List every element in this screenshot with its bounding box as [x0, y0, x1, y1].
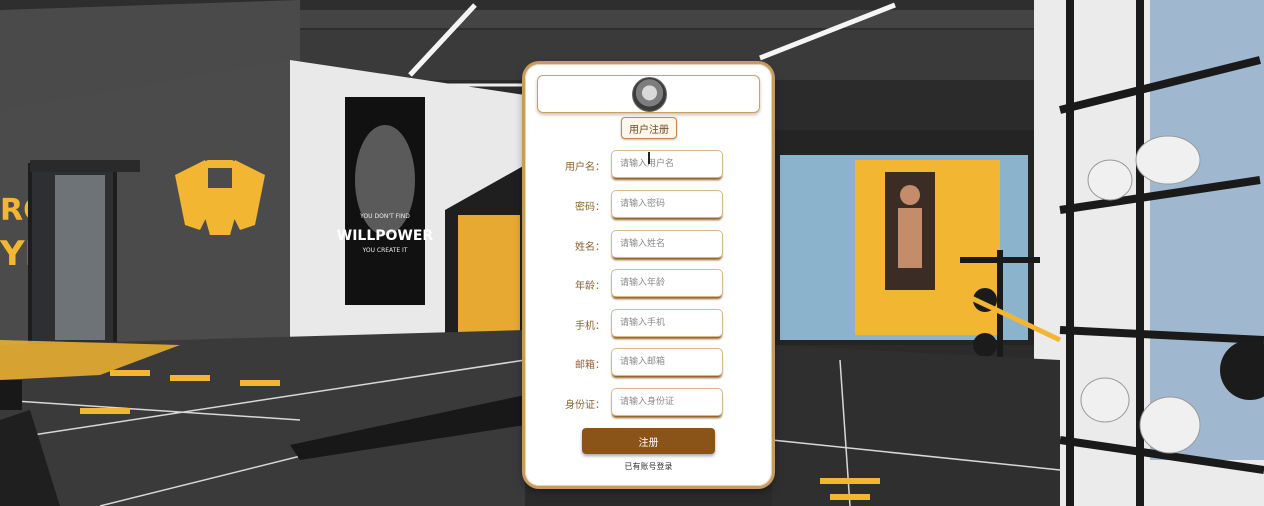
id-card-input[interactable] [611, 388, 723, 416]
name-label: 姓名： [575, 242, 605, 253]
username-label: 用户名： [565, 162, 605, 173]
age-label: 年龄： [575, 281, 605, 292]
id-card-label: 身份证： [565, 400, 605, 411]
avatar-logo [632, 77, 667, 112]
poster-text-2: WILLPOWER [337, 228, 434, 244]
age-input[interactable] [611, 269, 723, 297]
id-card-row: 身份证： [525, 388, 772, 418]
phone-input[interactable] [611, 309, 723, 337]
username-input[interactable] [611, 150, 723, 178]
password-row: 密码： [525, 190, 772, 220]
password-label: 密码： [575, 202, 605, 213]
text-cursor-icon [648, 152, 650, 164]
phone-row: 手机： [525, 309, 772, 339]
name-row: 姓名： [525, 230, 772, 260]
email-row: 邮箱： [525, 348, 772, 378]
email-label: 邮箱： [575, 360, 605, 371]
poster-text-3: YOU CREATE IT [362, 247, 408, 254]
login-link[interactable]: 已有账号登录 [525, 461, 772, 472]
password-input[interactable] [611, 190, 723, 218]
age-row: 年龄： [525, 269, 772, 299]
logo-box [537, 75, 760, 113]
phone-label: 手机： [575, 321, 605, 332]
register-submit-button[interactable]: 注册 [582, 428, 715, 454]
register-card: 用户注册 用户名： 密码： 姓名： 年龄： 手机： 邮箱： 身份证： 注册 已有… [525, 64, 772, 486]
poster-text-1: YOU DON'T FIND [359, 213, 410, 220]
name-input[interactable] [611, 230, 723, 258]
email-input[interactable] [611, 348, 723, 376]
register-title-button[interactable]: 用户注册 [621, 117, 677, 139]
